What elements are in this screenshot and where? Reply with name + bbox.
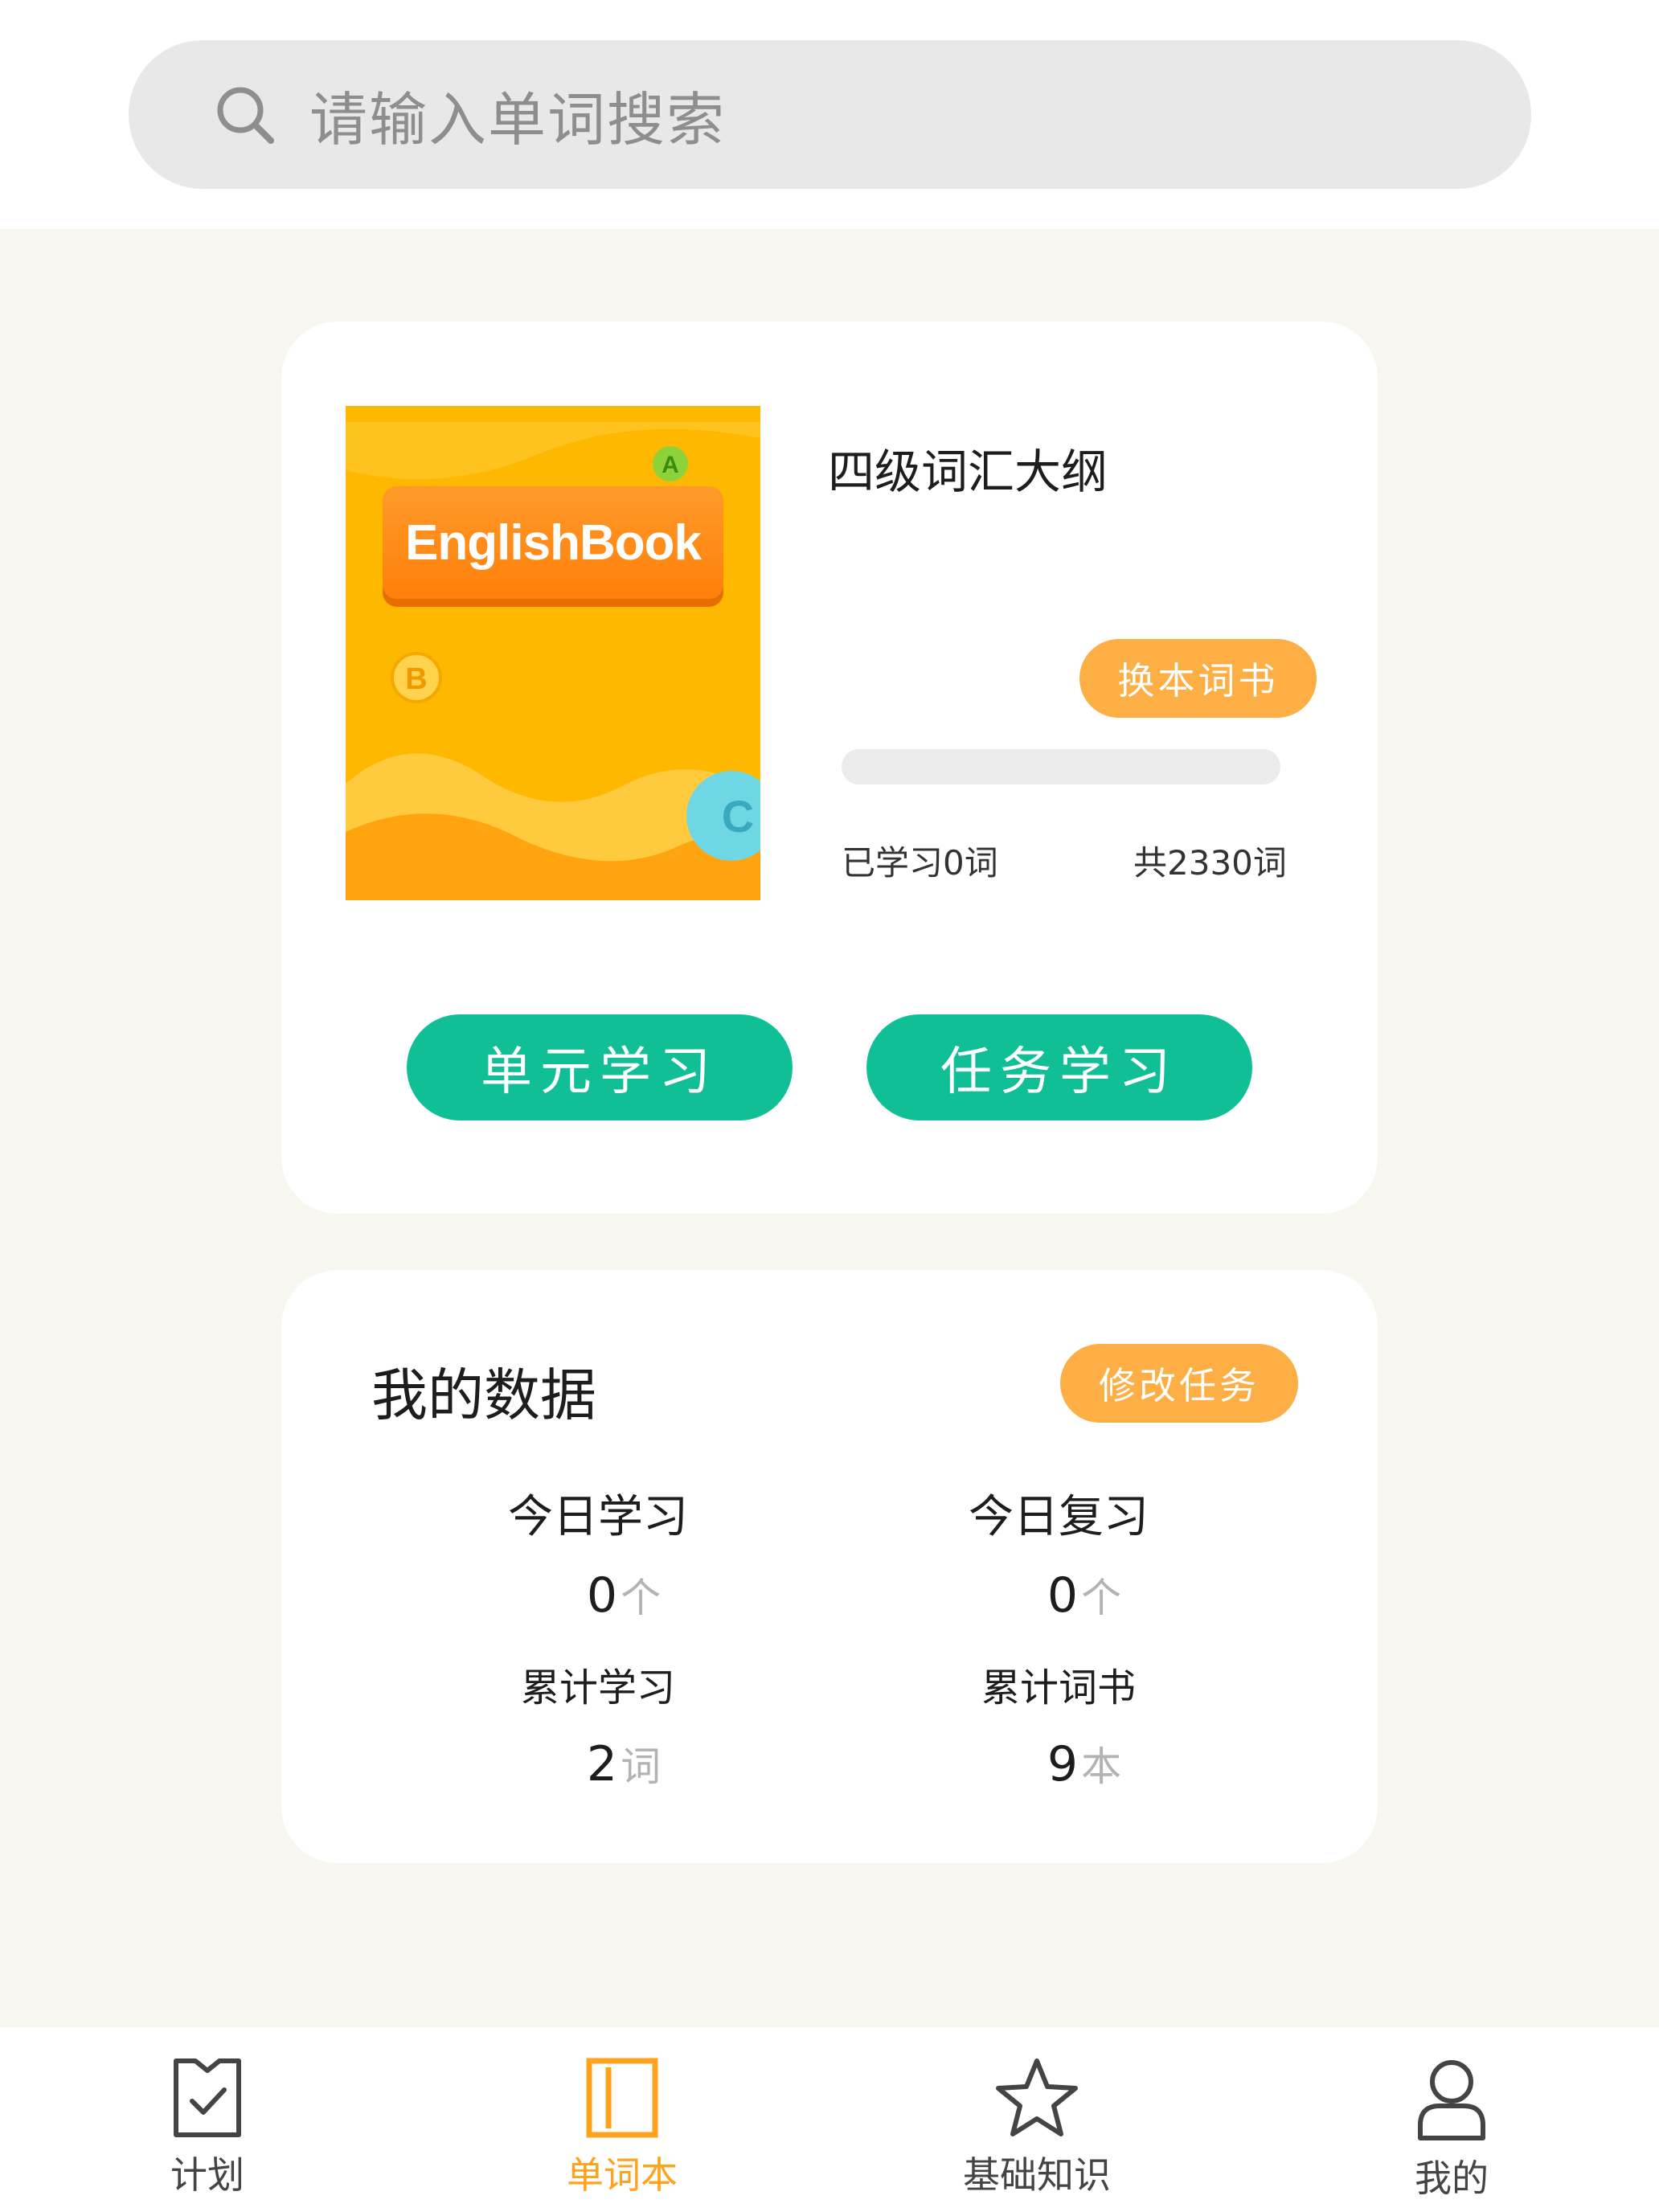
unit-study-button[interactable]: 单元学习 [407, 1014, 793, 1120]
cover-letter-a: A [662, 452, 679, 478]
stat-unit: 个 [621, 1575, 662, 1621]
top-bar: 请输入单词搜索 [0, 0, 1659, 229]
stat-value-today-review: 0个 [924, 1566, 1245, 1624]
tab-label: 计划 [170, 2153, 244, 2197]
total-count: 共2330词 [1133, 843, 1287, 883]
stat-number: 0 [586, 1567, 618, 1624]
tab-wordbook[interactable]: 单词本 [502, 2027, 743, 2212]
tab-label: 基础知识 [963, 2153, 1111, 2197]
wordbook-icon [586, 2058, 658, 2138]
learning-progress-bar [842, 749, 1280, 784]
stat-number: 9 [1047, 1736, 1079, 1792]
task-study-button[interactable]: 任务学习 [866, 1014, 1252, 1120]
modify-task-button[interactable]: 修改任务 [1060, 1344, 1298, 1423]
book-name: 四级词汇大纲 [828, 444, 1108, 499]
bottom-tab-bar: 计划 单词本 基础知识 我的 [0, 2027, 1659, 2212]
stat-label-today-learn: 今日学习 [508, 1491, 688, 1543]
search-placeholder: 请输入单词搜索 [309, 86, 727, 154]
stat-label-today-review: 今日复习 [969, 1491, 1149, 1543]
stat-value-total-learn: 2词 [463, 1735, 784, 1792]
stat-unit: 个 [1081, 1575, 1122, 1621]
stat-unit: 词 [621, 1743, 662, 1790]
learned-count: 已学习0词 [842, 843, 998, 883]
tab-basic-knowledge[interactable]: 基础知识 [916, 2027, 1157, 2212]
stat-unit: 本 [1081, 1743, 1122, 1790]
stat-number: 2 [586, 1736, 618, 1792]
book-cover[interactable]: A B C EnglishBook [346, 406, 760, 900]
cover-letter-c: C [722, 791, 754, 842]
cover-letter-b: B [405, 662, 427, 696]
cover-title: EnglishBook [383, 486, 723, 599]
tab-plan[interactable]: 计划 [87, 2027, 328, 2212]
tab-label: 我的 [1415, 2157, 1489, 2200]
stat-value-today-learn: 0个 [463, 1566, 784, 1624]
tab-mine[interactable]: 我的 [1331, 2027, 1572, 2212]
stat-number: 0 [1047, 1567, 1079, 1624]
stat-label-total-books: 累计词书 [981, 1665, 1136, 1710]
search-input[interactable]: 请输入单词搜索 [129, 40, 1531, 189]
tab-label: 单词本 [567, 2153, 678, 2197]
stat-label-total-learn: 累计学习 [520, 1665, 675, 1710]
star-icon [996, 2058, 1078, 2136]
book-cover-art: A B C [346, 422, 760, 900]
stat-value-total-books: 9本 [924, 1735, 1245, 1792]
my-data-card: 我的数据 修改任务 今日学习 0个 今日复习 0个 累计学习 2词 累计词书 9… [281, 1270, 1378, 1863]
user-icon [1418, 2060, 1485, 2140]
current-book-card: A B C EnglishBook 四级词汇大纲 换本词书 已学习0词 共233… [281, 322, 1378, 1214]
my-data-title: 我的数据 [371, 1362, 596, 1428]
change-book-button[interactable]: 换本词书 [1079, 639, 1317, 718]
search-icon [217, 87, 274, 144]
plan-check-icon [174, 2058, 241, 2137]
